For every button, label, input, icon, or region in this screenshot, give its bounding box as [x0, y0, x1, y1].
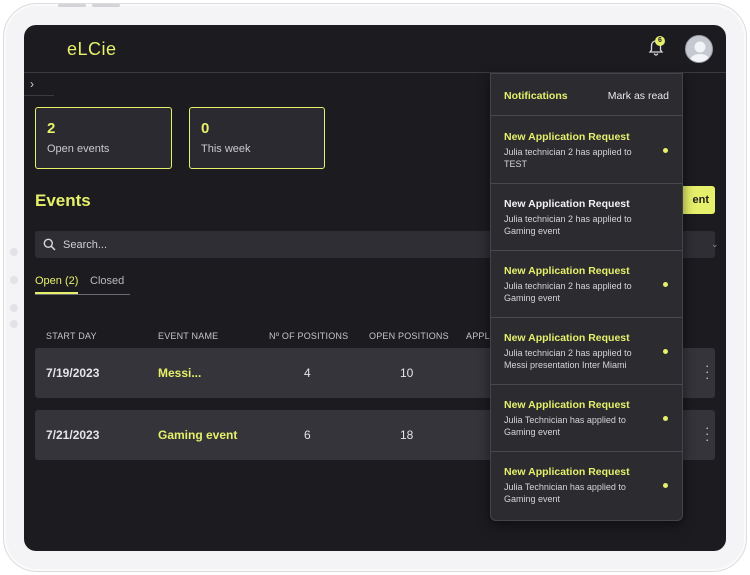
notification-title: New Application Request [504, 265, 630, 277]
open-positions-cell: 10 [400, 366, 414, 380]
open-positions-cell: 18 [400, 428, 414, 442]
tab-bar: Open (2) Closed [35, 275, 130, 295]
unread-dot-icon [663, 282, 668, 287]
search-input[interactable] [63, 231, 463, 258]
mark-as-read-button[interactable]: Mark as read [608, 90, 669, 102]
notification-badge: 6 [655, 36, 665, 46]
device-button [10, 304, 18, 312]
event-name-cell[interactable]: Gaming event [158, 428, 237, 442]
tab-open[interactable]: Open (2) [35, 275, 79, 294]
start-day-cell: 7/19/2023 [46, 366, 100, 380]
app-screen: eLCie 6 › 2 Open events 0 This week Even… [24, 25, 726, 551]
notification-item[interactable]: New Application Request Julia technician… [491, 117, 682, 184]
app-logo[interactable]: eLCie [67, 39, 117, 60]
stat-label: Open events [47, 143, 110, 155]
notification-item[interactable]: New Application Request Julia technician… [491, 251, 682, 318]
stat-value: 2 [47, 120, 56, 137]
notification-body: Julia Technician has applied to Gaming e… [504, 482, 626, 504]
divider [24, 95, 54, 96]
notification-title: New Application Request [504, 466, 630, 478]
more-options-icon[interactable]: · · · [705, 421, 709, 446]
notification-item[interactable]: New Application Request Julia Technician… [491, 385, 682, 452]
notification-body: Julia technician 2 has applied to Messi … [504, 348, 632, 370]
top-bar: eLCie 6 [24, 25, 726, 73]
unread-dot-icon [663, 148, 668, 153]
notification-item[interactable]: New Application Request Julia technician… [491, 184, 682, 251]
event-name-cell[interactable]: Messi... [158, 366, 201, 380]
notifications-panel: Notifications Mark as read New Applicati… [490, 73, 683, 521]
device-button [10, 248, 18, 256]
chevron-right-icon[interactable]: › [30, 77, 34, 91]
column-header-open-positions[interactable]: OPEN POSITIONS [369, 331, 449, 341]
notification-item[interactable]: New Application Request Julia technician… [491, 318, 682, 385]
stat-card-open-events: 2 Open events [35, 107, 172, 169]
notification-item[interactable]: New Application Request Julia Technician… [491, 452, 682, 519]
stat-label: This week [201, 143, 251, 155]
search-icon [43, 238, 56, 251]
notification-title: New Application Request [504, 332, 630, 344]
column-header-applications[interactable]: APPLI [466, 331, 493, 341]
stat-value: 0 [201, 120, 210, 137]
chevron-down-icon[interactable]: ⌄ [711, 239, 719, 250]
column-header-event-name[interactable]: EVENT NAME [158, 331, 218, 341]
device-button [10, 276, 18, 284]
notifications-header: Notifications Mark as read [491, 74, 682, 116]
device-button [10, 320, 18, 328]
device-button [58, 4, 86, 7]
stat-card-this-week: 0 This week [189, 107, 325, 169]
unread-dot-icon [663, 349, 668, 354]
unread-dot-icon [663, 416, 668, 421]
notification-body: Julia technician 2 has applied to TEST [504, 147, 632, 169]
tab-closed[interactable]: Closed [90, 275, 124, 287]
device-button [92, 4, 120, 7]
notification-body: Julia technician 2 has applied to Gaming… [504, 281, 632, 303]
column-header-start-day[interactable]: START DAY [46, 331, 97, 341]
avatar[interactable] [685, 35, 713, 63]
page-title: Events [35, 191, 91, 210]
notification-body: Julia technician 2 has applied to Gaming… [504, 214, 632, 236]
positions-cell: 4 [304, 366, 311, 380]
unread-dot-icon [663, 483, 668, 488]
positions-cell: 6 [304, 428, 311, 442]
notification-title: New Application Request [504, 131, 630, 143]
start-day-cell: 7/21/2023 [46, 428, 100, 442]
user-icon [689, 41, 711, 62]
more-options-icon[interactable]: · · · [705, 359, 709, 384]
notifications-title: Notifications [504, 90, 568, 102]
notification-body: Julia Technician has applied to Gaming e… [504, 415, 626, 437]
notification-title: New Application Request [504, 399, 630, 411]
notification-title: New Application Request [504, 198, 630, 210]
column-header-positions[interactable]: Nº OF POSITIONS [269, 331, 348, 341]
